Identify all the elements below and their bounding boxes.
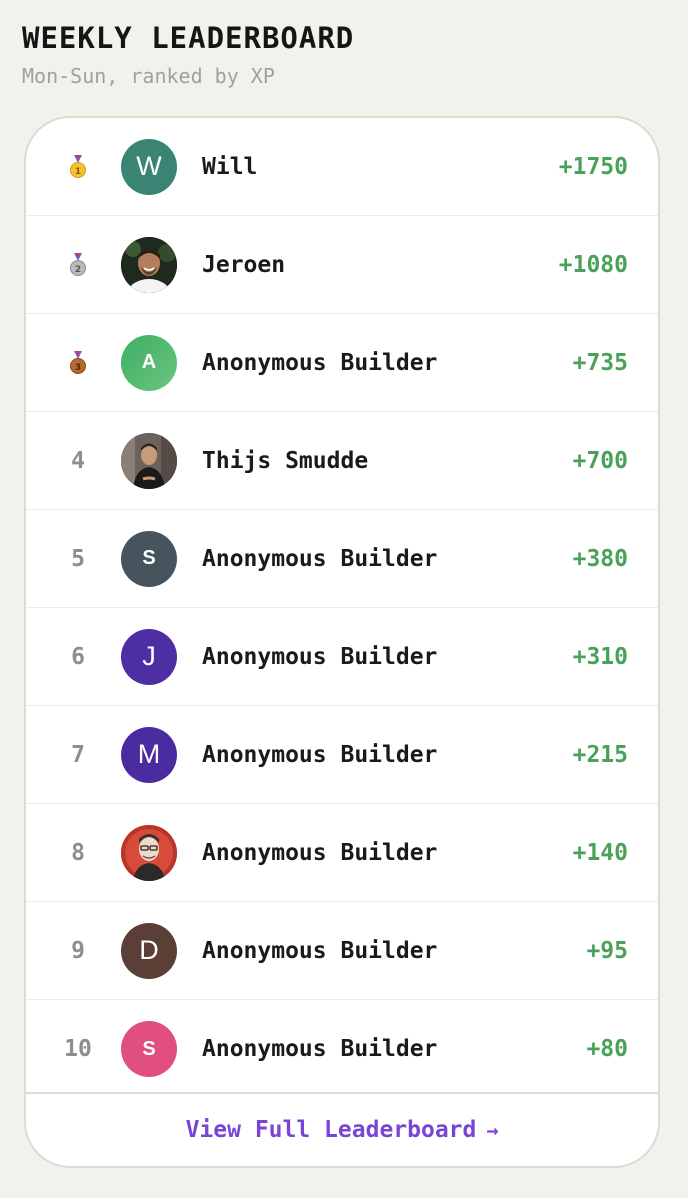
svg-text:1: 1 [75,167,81,177]
avatar: W [121,138,177,195]
avatar: M [121,726,177,783]
user-name: Anonymous Builder [202,545,438,572]
user-photo-icon [121,432,177,489]
user-name: Anonymous Builder [202,937,438,964]
xp-value: +95 [586,937,628,964]
rank-number: 4 [71,447,85,474]
avatar: J [121,628,177,685]
rank-number: 5 [71,545,85,572]
avatar-initial: S [142,1037,156,1060]
xp-value: +140 [572,839,628,866]
leaderboard-card: 1 W Will +1750 2 Jeroen +1080 3 A Anonym… [24,116,660,1168]
xp-value: +215 [572,741,628,768]
avatar-initial: D [139,935,159,965]
xp-value: +700 [572,447,628,474]
user-name: Anonymous Builder [202,839,438,866]
avatar: S [121,1021,177,1077]
leaderboard-row-8[interactable]: 8 Anonymous Builder +140 [26,804,658,902]
leaderboard-row-5[interactable]: 5 S Anonymous Builder +380 [26,510,658,608]
avatar: A [121,334,177,391]
avatar-initial: J [142,641,156,671]
avatar-initial: S [142,547,156,569]
leaderboard-row-1[interactable]: 1 W Will +1750 [26,118,658,216]
page-subtitle: Mon-Sun, ranked by XP [22,64,275,88]
user-name: Anonymous Builder [202,741,438,768]
avatar-photo [121,824,177,881]
avatar-photo [121,432,177,489]
view-full-leaderboard-label[interactable]: View Full Leaderboard [186,1117,477,1143]
user-name: Anonymous Builder [202,349,438,376]
avatar-photo [121,236,177,293]
user-photo-icon [121,824,177,881]
avatar-initial: M [137,739,161,769]
leaderboard-row-10[interactable]: 10 S Anonymous Builder +80 [26,1000,658,1098]
user-name: Jeroen [202,251,286,278]
rank-number: 10 [64,1036,92,1062]
view-full-leaderboard-link[interactable]: View Full Leaderboard → [26,1092,658,1166]
xp-value: +1750 [558,153,628,180]
rank-number: 8 [71,839,85,866]
svg-text:3: 3 [75,363,81,373]
leaderboard-row-2[interactable]: 2 Jeroen +1080 [26,216,658,314]
rank-number: 6 [71,643,85,670]
rank-number: 9 [71,937,85,964]
page-title: WEEKLY LEADERBOARD [22,21,355,55]
leaderboard-row-6[interactable]: 6 J Anonymous Builder +310 [26,608,658,706]
avatar-initial: W [136,151,162,181]
leaderboard-row-9[interactable]: 9 D Anonymous Builder +95 [26,902,658,1000]
user-photo-icon [121,236,177,293]
avatar: S [121,530,177,587]
leaderboard-header: WEEKLY LEADERBOARD Mon-Sun, ranked by XP [22,18,354,92]
arrow-right-icon: → [486,1118,499,1142]
user-name: Anonymous Builder [202,1036,438,1062]
user-name: Thijs Smudde [202,447,369,474]
svg-text:2: 2 [75,265,81,275]
avatar-initial: A [141,351,157,373]
bronze-medal-icon: 3 [70,351,86,374]
leaderboard-row-4[interactable]: 4 Thijs Smudde +700 [26,412,658,510]
silver-medal-icon: 2 [70,253,86,276]
xp-value: +1080 [558,251,628,278]
user-name: Will [202,153,258,180]
avatar: D [121,922,177,979]
xp-value: +80 [586,1036,628,1062]
gold-medal-icon: 1 [70,155,86,178]
rank-number: 7 [71,741,85,768]
xp-value: +310 [572,643,628,670]
xp-value: +735 [572,349,628,376]
xp-value: +380 [572,545,628,572]
leaderboard-row-7[interactable]: 7 M Anonymous Builder +215 [26,706,658,804]
leaderboard-list: 1 W Will +1750 2 Jeroen +1080 3 A Anonym… [26,118,658,1098]
leaderboard-row-3[interactable]: 3 A Anonymous Builder +735 [26,314,658,412]
user-name: Anonymous Builder [202,643,438,670]
